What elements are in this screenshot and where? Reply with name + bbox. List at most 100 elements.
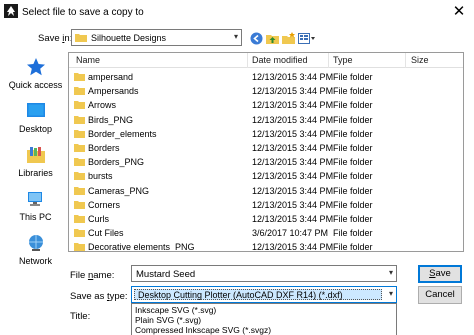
file-type-cell: File folder — [333, 157, 373, 168]
file-name-cell: Curls — [88, 214, 110, 224]
date-modified-cell: 12/13/2015 3:44 PM — [252, 100, 334, 111]
file-row[interactable]: Corners 12/13/2015 3:44 PM File folder — [69, 198, 463, 212]
file-name-value: Mustard Seed — [136, 269, 196, 280]
file-name-cell: Ampersands — [88, 86, 139, 97]
file-type-cell: File folder — [333, 72, 373, 82]
date-modified-cell: 12/13/2015 3:44 PM — [252, 128, 334, 139]
file-name-cell: ampersand — [88, 72, 134, 82]
title-label: Title: — [70, 311, 91, 322]
place-label: Quick access — [8, 80, 63, 90]
folder-icon — [74, 87, 85, 96]
file-row[interactable]: ampersand 12/13/2015 3:44 PM File folder — [69, 70, 463, 84]
file-row[interactable]: Arrows 12/13/2015 3:44 PM File folder — [69, 98, 463, 112]
date-modified-cell: 12/13/2015 3:44 PM — [252, 72, 334, 82]
folder-icon — [74, 115, 85, 124]
folder-icon — [74, 144, 85, 152]
folder-icon — [74, 101, 85, 110]
file-type-cell: File folder — [333, 143, 373, 153]
file-name-input[interactable]: Mustard Seed ▾ — [131, 265, 397, 282]
view-menu-icon[interactable] — [298, 32, 316, 45]
file-row[interactable]: Cut Files 3/6/2017 10:47 PM File folder — [69, 226, 463, 240]
file-type-cell: File folder — [333, 100, 373, 111]
file-type-cell: File folder — [333, 114, 373, 125]
column-divider[interactable] — [247, 53, 248, 68]
folder-icon — [74, 158, 85, 167]
network-icon — [29, 235, 43, 251]
file-name-cell: bursts — [88, 171, 113, 182]
column-divider[interactable] — [405, 53, 406, 68]
file-type-cell: File folder — [333, 199, 373, 210]
file-name-cell: Decorative elements_PNG — [88, 242, 195, 252]
inkscape-app-icon — [4, 4, 18, 18]
close-button[interactable]: ✕ — [450, 3, 468, 21]
place-network[interactable]: Network — [5, 233, 66, 273]
place-label: Libraries — [18, 168, 53, 178]
type-option[interactable]: Inkscape SVG (*.svg) — [135, 305, 216, 315]
file-name-cell: Cameras_PNG — [88, 185, 150, 196]
save-in-dropdown[interactable]: Silhouette Designs ▾ — [71, 29, 242, 46]
file-row[interactable]: Borders_PNG 12/13/2015 3:44 PM File folder — [69, 155, 463, 169]
save-as-type-select[interactable]: Desktop Cutting Plotter (AutoCAD DXF R14… — [131, 286, 397, 303]
file-type-cell: File folder — [333, 171, 373, 182]
column-header-date[interactable]: Date modified — [252, 55, 308, 65]
up-folder-icon[interactable] — [266, 32, 279, 45]
file-row[interactable]: Curls 12/13/2015 3:44 PM File folder — [69, 212, 463, 226]
date-modified-cell: 12/13/2015 3:44 PM — [252, 114, 334, 125]
folder-icon — [75, 34, 87, 42]
file-type-cell: File folder — [333, 86, 373, 97]
libraries-icon — [27, 147, 45, 163]
file-name-cell: Corners — [88, 199, 121, 210]
file-list-header: Name Date modified Type Size — [69, 53, 463, 68]
navigation-toolbar — [250, 30, 316, 46]
places-bar: Quick access Desktop Libraries This PC N… — [5, 52, 66, 282]
column-divider[interactable] — [328, 53, 329, 68]
file-name-cell: Cut Files — [88, 228, 124, 239]
chevron-down-icon: ▾ — [233, 32, 238, 41]
desktop-icon — [27, 103, 45, 117]
file-row[interactable]: bursts 12/13/2015 3:44 PM File folder — [69, 169, 463, 183]
place-quick-access[interactable]: Quick access — [5, 57, 66, 97]
type-option[interactable]: Compressed Inkscape SVG (*.svgz) — [135, 325, 271, 335]
type-dropdown-list[interactable]: Inkscape SVG (*.svg) Plain SVG (*.svg) C… — [131, 303, 397, 335]
file-list[interactable]: Name Date modified Type Size ampersand 12… — [68, 52, 464, 252]
file-type-cell: File folder — [333, 228, 373, 239]
file-type-cell: File folder — [333, 242, 373, 252]
folder-icon — [74, 172, 85, 181]
back-icon[interactable] — [250, 32, 263, 45]
place-desktop[interactable]: Desktop — [5, 101, 66, 141]
cancel-button[interactable]: Cancel — [418, 286, 462, 304]
place-libraries[interactable]: Libraries — [5, 145, 66, 185]
chevron-down-icon[interactable]: ▾ — [389, 268, 393, 277]
date-modified-cell: 12/13/2015 3:44 PM — [252, 86, 334, 97]
file-row[interactable]: Ampersands 12/13/2015 3:44 PM File folder — [69, 84, 463, 98]
column-header-size[interactable]: Size — [411, 55, 429, 65]
column-header-name[interactable]: Name — [76, 55, 100, 65]
chevron-down-icon: ▾ — [388, 289, 393, 298]
date-modified-cell: 12/13/2015 3:44 PM — [252, 171, 334, 182]
place-this-pc[interactable]: This PC — [5, 189, 66, 229]
file-row[interactable]: Birds_PNG 12/13/2015 3:44 PM File folder — [69, 113, 463, 127]
date-modified-cell: 12/13/2015 3:44 PM — [252, 214, 334, 224]
folder-icon — [74, 73, 85, 81]
date-modified-cell: 12/13/2015 3:44 PM — [252, 157, 334, 168]
file-type-cell: File folder — [333, 185, 373, 196]
new-folder-icon[interactable] — [282, 31, 295, 45]
star-icon — [27, 58, 45, 76]
file-name-label: File name: — [70, 270, 115, 281]
file-type-cell: File folder — [333, 214, 373, 224]
window-title: Select file to save a copy to — [22, 7, 144, 18]
column-header-type[interactable]: Type — [333, 55, 353, 65]
save-as-type-value: Desktop Cutting Plotter (AutoCAD DXF R14… — [138, 290, 343, 300]
folder-icon — [74, 129, 85, 138]
selected-type-highlight: Desktop Cutting Plotter (AutoCAD DXF R14… — [134, 289, 382, 300]
date-modified-cell: 12/13/2015 3:44 PM — [252, 143, 334, 153]
file-row[interactable]: Cameras_PNG 12/13/2015 3:44 PM File folder — [69, 184, 463, 198]
file-row[interactable]: Borders 12/13/2015 3:44 PM File folder — [69, 141, 463, 155]
file-row[interactable]: Border_elements 12/13/2015 3:44 PM File fo… — [69, 127, 463, 141]
save-button[interactable]: Save — [418, 265, 462, 283]
file-row[interactable]: Decorative elements_PNG 12/13/2015 3:44 P… — [69, 240, 463, 252]
file-name-cell: Birds_PNG — [88, 114, 134, 125]
file-name-cell: Borders_PNG — [88, 157, 145, 168]
type-option[interactable]: Plain SVG (*.svg) — [135, 315, 201, 325]
date-modified-cell: 3/6/2017 10:47 PM — [252, 228, 329, 239]
